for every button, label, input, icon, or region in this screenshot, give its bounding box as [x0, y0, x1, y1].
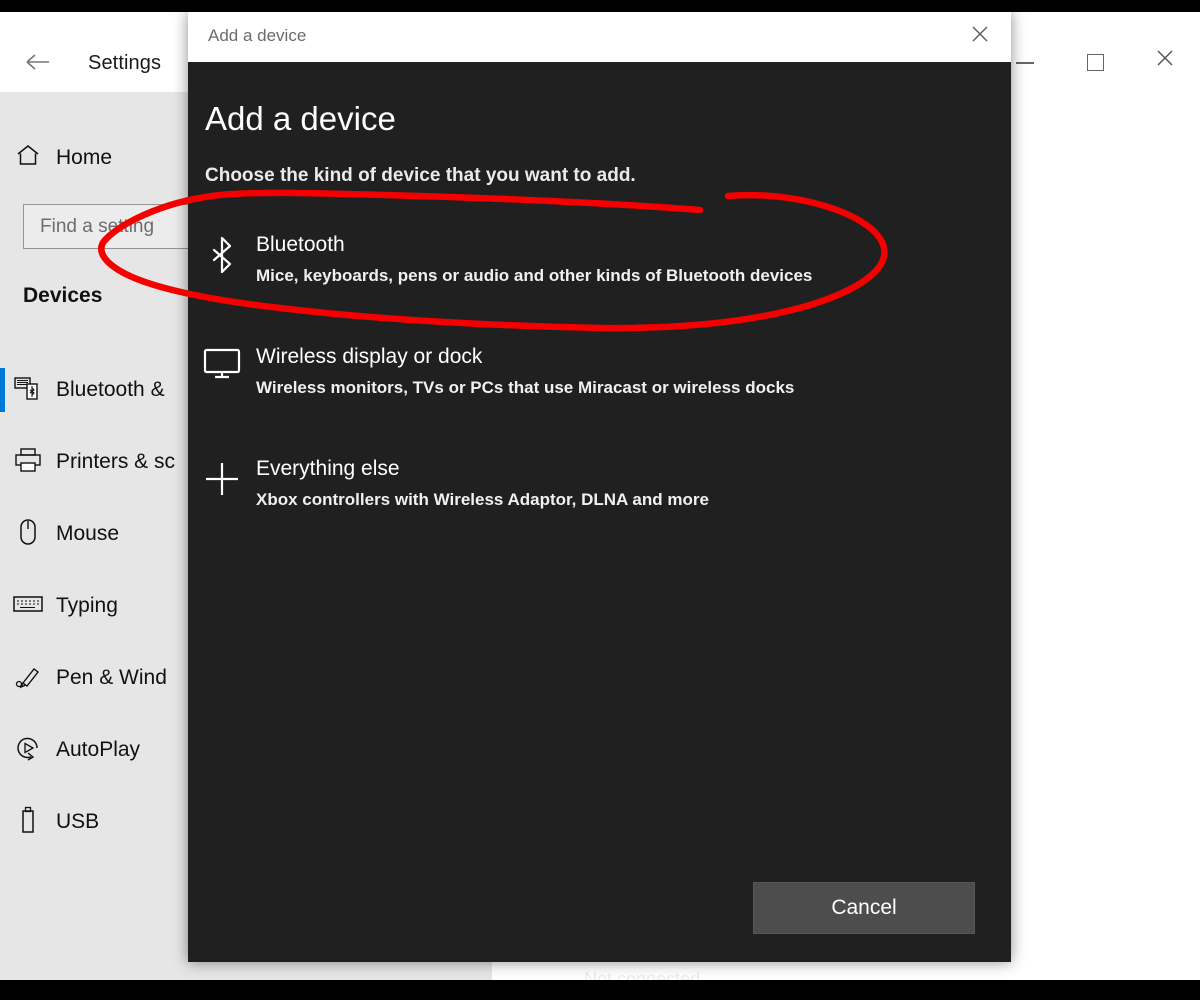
- sidebar-item-bluetooth-label: Bluetooth &: [56, 378, 165, 401]
- option-wireless-display-or-dock[interactable]: Wireless display or dock Wireless monito…: [188, 326, 1011, 438]
- selection-indicator: [0, 584, 5, 628]
- close-icon: [972, 26, 988, 42]
- screen-top-band: [0, 0, 1200, 12]
- sidebar-item-printers-label: Printers & sc: [56, 450, 176, 473]
- dialog-subheading: Choose the kind of device that you want …: [205, 165, 636, 186]
- option-everything-else[interactable]: Everything else Xbox controllers with Wi…: [188, 438, 1011, 550]
- usb-icon: [0, 806, 56, 838]
- selection-indicator: [0, 440, 5, 484]
- selection-indicator: [0, 800, 5, 844]
- bluetooth-devices-icon: [0, 375, 56, 405]
- settings-window-title: Settings: [88, 52, 162, 74]
- sidebar-item-home-label: Home: [56, 146, 113, 169]
- maximize-icon: [1086, 54, 1104, 72]
- sidebar-item-usb-label: USB: [56, 810, 100, 833]
- screen-bottom-band: [0, 980, 1200, 1000]
- option-wireless-display-description: Wireless monitors, TVs or PCs that use M…: [256, 378, 795, 398]
- mouse-icon: [0, 518, 56, 550]
- monitor-icon: [188, 344, 256, 385]
- minimize-icon: [1016, 62, 1034, 64]
- add-a-device-dialog: Add a device Add a device Choose the kin…: [188, 12, 1011, 962]
- option-bluetooth-texts: Bluetooth Mice, keyboards, pens or audio…: [256, 232, 812, 287]
- dialog-titlebar: Add a device: [188, 12, 1011, 62]
- cancel-button[interactable]: Cancel: [753, 882, 975, 934]
- keyboard-icon: [0, 594, 56, 618]
- search-placeholder: Find a setting: [40, 215, 155, 237]
- plus-icon: [188, 456, 256, 503]
- dialog-body: Add a device Choose the kind of device t…: [188, 62, 1011, 962]
- option-wireless-display-texts: Wireless display or dock Wireless monito…: [256, 344, 794, 399]
- selection-indicator: [0, 656, 5, 700]
- autoplay-icon: [0, 734, 56, 766]
- option-bluetooth[interactable]: Bluetooth Mice, keyboards, pens or audio…: [188, 214, 1011, 326]
- close-icon: [1157, 50, 1173, 66]
- bluetooth-icon: [188, 232, 256, 279]
- maximize-button[interactable]: [1072, 44, 1118, 82]
- sidebar-item-autoplay-label: AutoPlay: [56, 738, 141, 761]
- printer-icon: [0, 447, 56, 477]
- option-everything-else-texts: Everything else Xbox controllers with Wi…: [256, 456, 709, 511]
- option-wireless-display-title: Wireless display or dock: [256, 345, 483, 368]
- sidebar-item-mouse-label: Mouse: [56, 522, 120, 545]
- close-button[interactable]: [1142, 44, 1188, 82]
- sidebar-item-typing-label: Typing: [56, 594, 118, 617]
- home-icon: [0, 143, 56, 173]
- option-bluetooth-title: Bluetooth: [256, 233, 345, 256]
- back-arrow-icon[interactable]: [18, 48, 58, 78]
- selection-indicator: [0, 728, 5, 772]
- dialog-heading: Add a device: [205, 100, 396, 137]
- pen-icon: [0, 662, 56, 694]
- option-everything-else-title: Everything else: [256, 457, 400, 480]
- option-everything-else-description: Xbox controllers with Wireless Adaptor, …: [256, 490, 709, 510]
- selection-indicator: [0, 512, 5, 556]
- sidebar-item-pen-windows-ink-label: Pen & Wind: [56, 666, 167, 689]
- sidebar-section-header: Devices: [23, 284, 103, 307]
- dialog-titlebar-title: Add a device: [208, 26, 307, 45]
- option-bluetooth-description: Mice, keyboards, pens or audio and other…: [256, 266, 813, 286]
- selection-indicator: [0, 368, 5, 412]
- device-type-option-list: Bluetooth Mice, keyboards, pens or audio…: [188, 214, 1011, 550]
- dialog-close-button[interactable]: [957, 18, 1003, 56]
